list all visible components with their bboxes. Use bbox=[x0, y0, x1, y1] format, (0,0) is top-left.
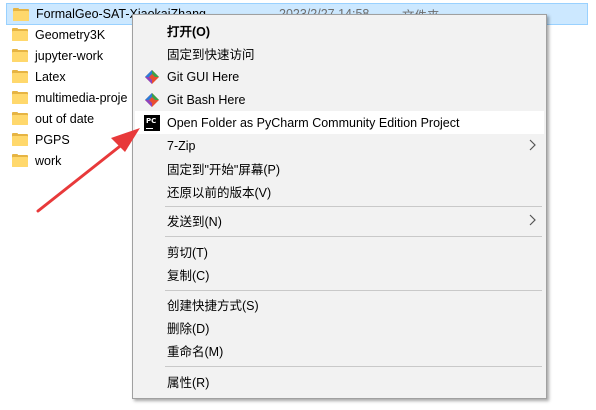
file-row-out-of-date[interactable]: out of date bbox=[6, 108, 94, 129]
menu-item-properties[interactable]: 属性(R) bbox=[135, 370, 544, 393]
folder-icon bbox=[12, 49, 28, 62]
menu-item-pin-quick-access[interactable]: 固定到快速访问 bbox=[135, 42, 544, 65]
file-row-work[interactable]: work bbox=[6, 150, 61, 171]
menu-item-delete[interactable]: 删除(D) bbox=[135, 316, 544, 339]
menu-label: 属性(R) bbox=[167, 376, 210, 390]
folder-icon bbox=[12, 112, 28, 125]
menu-item-cut[interactable]: 剪切(T) bbox=[135, 240, 544, 263]
git-icon bbox=[145, 93, 159, 107]
menu-label: 剪切(T) bbox=[167, 246, 208, 260]
menu-label: 还原以前的版本(V) bbox=[167, 186, 272, 200]
file-name: Geometry3K bbox=[35, 27, 106, 42]
menu-label: 固定到"开始"屏幕(P) bbox=[167, 163, 281, 177]
menu-label: 重命名(M) bbox=[167, 345, 224, 359]
menu-item-restore-versions[interactable]: 还原以前的版本(V) bbox=[135, 180, 544, 203]
menu-label: Git Bash Here bbox=[167, 92, 246, 107]
menu-separator bbox=[165, 236, 542, 237]
chevron-right-icon bbox=[529, 139, 536, 151]
file-name: multimedia-proje bbox=[35, 90, 128, 105]
menu-separator bbox=[165, 206, 542, 207]
file-name: out of date bbox=[35, 111, 95, 126]
chevron-right-icon bbox=[529, 214, 536, 226]
file-name: work bbox=[35, 153, 62, 168]
menu-label: 复制(C) bbox=[167, 269, 210, 283]
pycharm-icon-text: PC bbox=[146, 117, 157, 125]
menu-label: 发送到(N) bbox=[167, 215, 222, 229]
file-row-jupyter-work[interactable]: jupyter-work bbox=[6, 45, 103, 66]
menu-item-open[interactable]: 打开(O) bbox=[135, 19, 544, 42]
menu-label: 创建快捷方式(S) bbox=[167, 299, 259, 313]
context-menu: 打开(O) 固定到快速访问 Git GUI Here Git Bash Here… bbox=[132, 14, 547, 399]
menu-item-send-to[interactable]: 发送到(N) bbox=[135, 209, 544, 232]
menu-separator bbox=[165, 366, 542, 367]
menu-item-rename[interactable]: 重命名(M) bbox=[135, 339, 544, 362]
file-name: PGPS bbox=[35, 132, 70, 147]
folder-icon bbox=[12, 70, 28, 83]
menu-separator bbox=[165, 290, 542, 291]
file-row-pgps[interactable]: PGPS bbox=[6, 129, 70, 150]
file-row-latex[interactable]: Latex bbox=[6, 66, 66, 87]
menu-item-copy[interactable]: 复制(C) bbox=[135, 263, 544, 286]
menu-item-git-bash[interactable]: Git Bash Here bbox=[135, 88, 544, 111]
menu-label: Open Folder as PyCharm Community Edition… bbox=[167, 115, 460, 130]
menu-label: 删除(D) bbox=[167, 322, 210, 336]
folder-icon bbox=[12, 28, 28, 41]
menu-item-pin-start[interactable]: 固定到"开始"屏幕(P) bbox=[135, 157, 544, 180]
folder-icon bbox=[12, 154, 28, 167]
menu-item-pycharm[interactable]: PC Open Folder as PyCharm Community Edit… bbox=[135, 111, 544, 134]
file-row-geometry3k[interactable]: Geometry3K bbox=[6, 24, 105, 45]
menu-label: 固定到快速访问 bbox=[167, 48, 255, 62]
folder-icon bbox=[12, 91, 28, 104]
git-icon bbox=[145, 70, 159, 84]
file-name: Latex bbox=[35, 69, 66, 84]
menu-label: 7-Zip bbox=[167, 138, 196, 153]
folder-icon bbox=[13, 7, 29, 21]
menu-item-7zip[interactable]: 7-Zip bbox=[135, 134, 544, 157]
file-name: jupyter-work bbox=[35, 48, 104, 63]
file-row-multimedia[interactable]: multimedia-proje bbox=[6, 87, 127, 108]
pycharm-icon: PC bbox=[144, 115, 160, 131]
menu-label: 打开(O) bbox=[167, 25, 211, 39]
menu-item-git-gui[interactable]: Git GUI Here bbox=[135, 65, 544, 88]
folder-icon bbox=[12, 133, 28, 146]
menu-item-create-shortcut[interactable]: 创建快捷方式(S) bbox=[135, 293, 544, 316]
menu-label: Git GUI Here bbox=[167, 69, 240, 84]
